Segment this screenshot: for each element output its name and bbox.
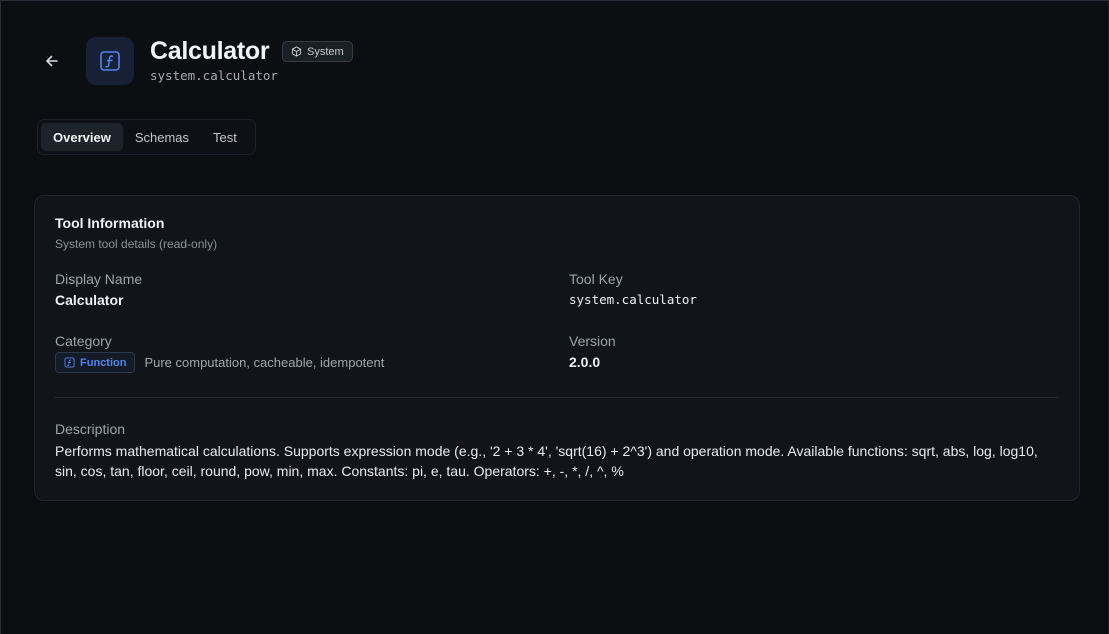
page-title: Calculator <box>150 37 270 65</box>
system-badge-label: System <box>307 45 344 58</box>
tab-test[interactable]: Test <box>201 123 249 151</box>
back-button[interactable] <box>39 49 65 73</box>
version-value: 2.0.0 <box>569 354 601 370</box>
card-subtitle: System tool details (read-only) <box>55 237 218 251</box>
display-name-label: Display Name <box>55 271 143 287</box>
category-badge: Function <box>55 352 136 373</box>
category-label: Category <box>55 333 112 349</box>
tool-key-label: Tool Key <box>569 271 623 287</box>
category-description: Pure computation, cacheable, idempotent <box>144 355 385 370</box>
display-name-value: Calculator <box>55 292 124 308</box>
category-row: Function Pure computation, cacheable, id… <box>55 352 384 373</box>
card-title: Tool Information <box>55 215 165 231</box>
tool-key-subtitle: system.calculator <box>150 68 278 83</box>
tab-overview[interactable]: Overview <box>41 123 123 151</box>
tool-detail-page: Calculator System system.calculator Over… <box>0 0 1109 634</box>
tab-schemas[interactable]: Schemas <box>123 123 201 151</box>
category-badge-label: Function <box>80 356 127 369</box>
description-label: Description <box>55 421 126 437</box>
tool-icon <box>86 37 134 85</box>
function-icon <box>64 357 75 368</box>
divider <box>55 397 1059 398</box>
tab-bar: Overview Schemas Test <box>37 119 256 155</box>
arrow-left-icon <box>46 55 58 67</box>
function-icon <box>100 51 120 71</box>
tool-information-card: Tool Information System tool details (re… <box>34 195 1080 501</box>
cube-icon <box>291 46 302 57</box>
system-badge: System <box>282 41 353 62</box>
tool-key-value: system.calculator <box>569 292 697 307</box>
version-label: Version <box>569 333 616 349</box>
description-value: Performs mathematical calculations. Supp… <box>55 443 1038 479</box>
